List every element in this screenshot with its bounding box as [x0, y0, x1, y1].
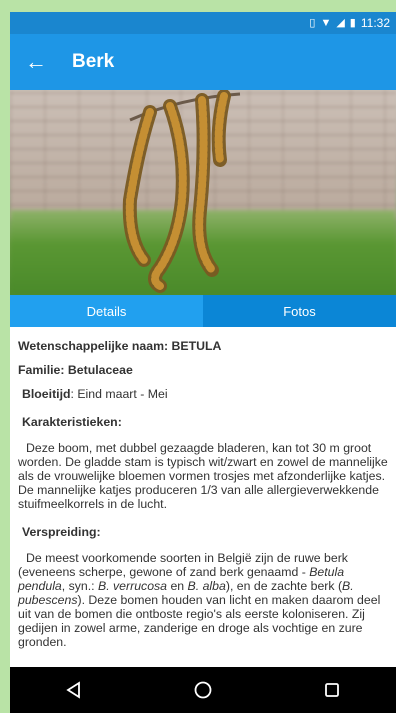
distribution-heading: Verspreiding:: [22, 525, 101, 539]
tab-bar: Details Fotos: [10, 295, 396, 327]
characteristics-heading: Karakteristieken:: [22, 415, 122, 429]
flowering-value: : Eind maart - Mei: [70, 387, 168, 401]
scientific-name: Wetenschappelijke naam: BETULA: [18, 339, 222, 353]
catkins-illustration: [122, 90, 241, 293]
nav-recents-button[interactable]: [312, 670, 352, 710]
app-bar: ← Berk: [10, 34, 396, 90]
details-content: Wetenschappelijke naam: BETULA Familie: …: [10, 327, 396, 649]
arrow-left-icon: ←: [25, 49, 47, 74]
hero-photo: [10, 90, 396, 295]
signal-icon: ◢: [336, 16, 345, 29]
species-name: B. alba: [187, 579, 226, 593]
triangle-back-icon: [66, 681, 81, 699]
circle-home-icon: [194, 681, 212, 699]
phone-screen: ▯ ▼ ◢ ▮ 11:32 ← Berk Details Fotos Weten…: [10, 12, 396, 713]
distribution-text-part: , syn.:: [61, 579, 98, 593]
wifi-icon: ▼: [320, 16, 332, 29]
back-button[interactable]: ←: [10, 34, 62, 90]
distribution-text-part: en: [167, 579, 188, 593]
battery-icon: ▮: [349, 16, 356, 29]
species-name: B. verrucosa: [98, 579, 168, 593]
system-nav-bar: [10, 667, 396, 713]
nav-home-button[interactable]: [183, 670, 223, 710]
flowering-period: Bloeitijd: Eind maart - Mei: [22, 387, 388, 401]
square-recents-icon: [324, 683, 339, 697]
distribution-text-part: De meest voorkomende soorten in België z…: [18, 551, 348, 579]
distribution-text-part: ), en de zachte berk (: [225, 579, 343, 593]
tab-fotos[interactable]: Fotos: [203, 295, 396, 327]
page-title: Berk: [72, 51, 115, 72]
characteristics-text: Deze boom, met dubbel gezaagde bladeren,…: [18, 441, 388, 511]
distribution-text: De meest voorkomende soorten in België z…: [18, 551, 388, 649]
tab-details[interactable]: Details: [10, 295, 203, 327]
vibrate-icon: ▯: [309, 16, 316, 29]
family-name: Familie: Betulaceae: [18, 363, 133, 377]
status-time: 11:32: [360, 16, 390, 30]
nav-back-button[interactable]: [54, 670, 94, 710]
flowering-label: Bloeitijd: [22, 387, 71, 401]
status-bar: ▯ ▼ ◢ ▮ 11:32: [10, 12, 396, 34]
